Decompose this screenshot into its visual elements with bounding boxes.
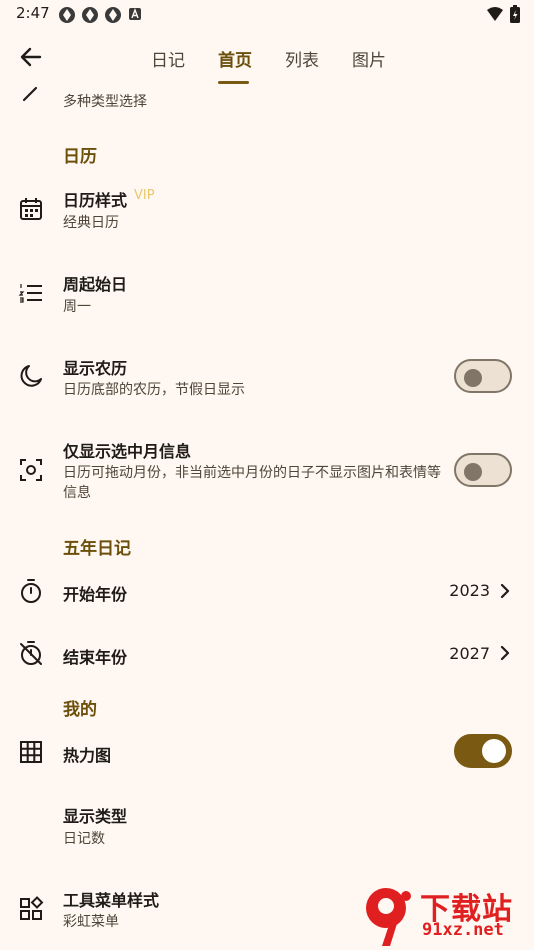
timer-icon xyxy=(21,579,41,603)
notification-icons xyxy=(58,6,143,24)
wifi-icon xyxy=(487,7,503,21)
chevron-right-icon xyxy=(500,583,510,599)
list-numbered-icon xyxy=(18,284,42,303)
calendar-style-title: 日历样式 xyxy=(63,191,128,210)
watermark-logo-icon xyxy=(366,888,411,946)
display-type-subtitle: 日记数 xyxy=(63,831,105,847)
lunar-toggle[interactable] xyxy=(454,359,512,393)
diary-type-subtitle: 多种类型选择 xyxy=(63,94,147,110)
lunar-title: 显示农历 xyxy=(63,359,128,378)
app-bar: 日记 首页 列表 图片 xyxy=(0,28,534,86)
week-start-title: 周起始日 xyxy=(63,275,128,294)
lunar-subtitle: 日历底部的农历，节假日显示 xyxy=(63,382,245,398)
heatmap-title: 热力图 xyxy=(63,746,112,765)
vip-badge: VIP xyxy=(134,188,155,203)
display-type-title: 显示类型 xyxy=(63,807,128,826)
watermark-url: 91xz.net xyxy=(422,920,504,940)
toggle-knob xyxy=(464,463,482,481)
widgets-icon xyxy=(20,896,44,920)
toolbar-style-subtitle: 彩虹菜单 xyxy=(63,914,119,930)
calendar-icon xyxy=(20,198,42,220)
app-notification-icon xyxy=(82,7,98,23)
calendar-style-subtitle: 经典日历 xyxy=(63,215,119,231)
selected-month-subtitle: 日历可拖动月份，非当前选中月份的日子不显示图片和表情等信息 xyxy=(63,465,441,501)
timer-off-icon xyxy=(20,641,42,665)
tab-home[interactable]: 首页 xyxy=(218,46,252,71)
grid-icon xyxy=(20,741,42,763)
tab-images[interactable]: 图片 xyxy=(352,46,386,71)
end-year-value: 2027 xyxy=(449,644,490,663)
selected-month-toggle[interactable] xyxy=(454,453,512,487)
selected-month-title: 仅显示选中月信息 xyxy=(63,442,192,461)
system-icons xyxy=(486,5,520,23)
focus-frame-icon xyxy=(20,459,42,481)
tab-list[interactable]: 列表 xyxy=(285,46,319,71)
start-year-value: 2023 xyxy=(449,581,490,600)
chevron-right-icon xyxy=(500,645,510,661)
tab-bar: 日记 首页 列表 图片 xyxy=(0,28,534,86)
pen-icon xyxy=(22,86,38,102)
app-notification-icon xyxy=(105,7,121,23)
section-calendar: 日历 xyxy=(63,147,97,167)
tab-diary[interactable]: 日记 xyxy=(151,46,185,71)
section-five-year: 五年日记 xyxy=(63,539,131,559)
a-notification-icon xyxy=(129,8,141,20)
moon-icon xyxy=(20,365,42,387)
start-year-title: 开始年份 xyxy=(63,585,128,604)
heatmap-toggle[interactable] xyxy=(454,734,512,768)
end-year-title: 结束年份 xyxy=(63,648,128,667)
status-time: 2:47 xyxy=(16,4,50,22)
toolbar-style-title: 工具菜单样式 xyxy=(63,891,160,910)
app-notification-icon xyxy=(59,7,75,23)
battery-icon xyxy=(510,5,520,23)
active-tab-indicator xyxy=(218,81,249,84)
settings-list[interactable]: 多种类型选择 日历 日历样式 VIP 经典日历 周起始日 周一 显示农历 日历底… xyxy=(0,86,534,950)
toggle-knob xyxy=(464,369,482,387)
toggle-knob xyxy=(482,739,506,763)
watermark: 下载站 91xz.net xyxy=(354,882,534,950)
section-mine: 我的 xyxy=(63,700,97,720)
status-bar: 2:47 xyxy=(0,0,534,28)
week-start-subtitle: 周一 xyxy=(63,299,91,315)
